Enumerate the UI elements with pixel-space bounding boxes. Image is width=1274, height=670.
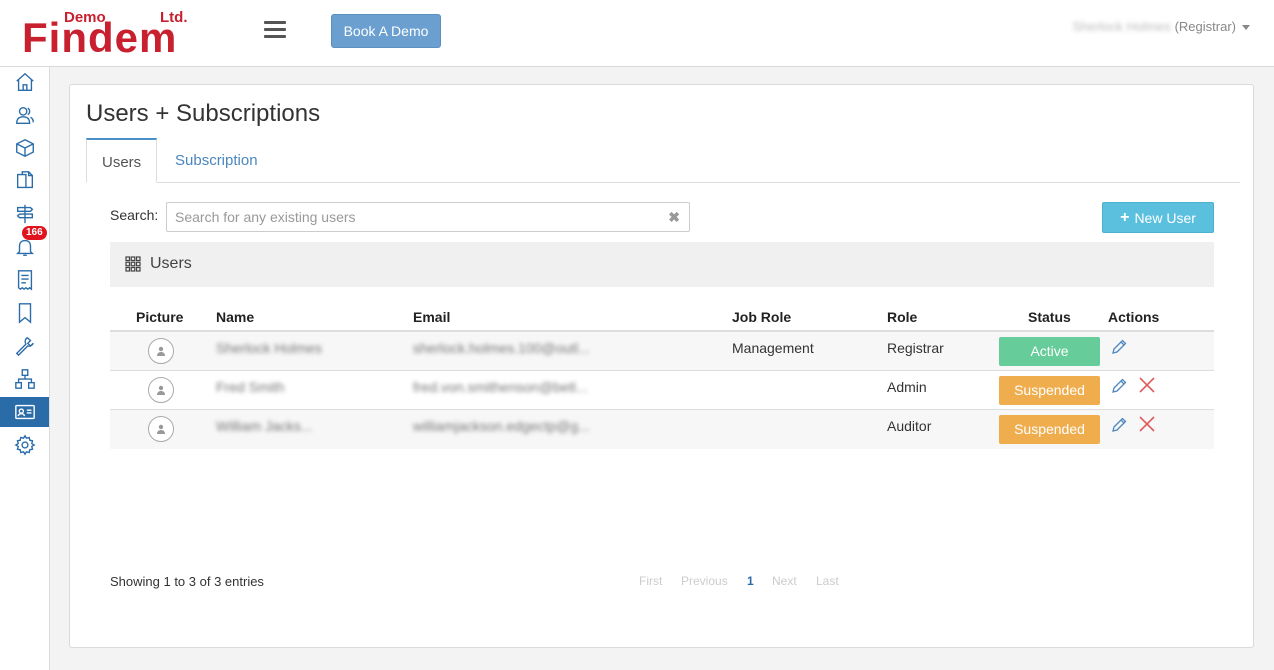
notification-badge: 166 [22,226,47,240]
pager-page-1[interactable]: 1 [747,574,754,588]
brand-logo[interactable]: Demo Ltd. Findem [20,4,210,60]
users-table: Picture Name Email Job Role Role Status … [110,303,1214,449]
search-label: Search: [110,207,159,223]
column-header-role[interactable]: Role [887,309,917,325]
clear-search-icon[interactable]: ✖ [668,209,680,226]
status-badge[interactable]: Active [999,337,1100,366]
user-role-cell: Auditor [887,418,932,434]
user-name-cell: William Jacks... [216,418,313,434]
sidebar-item-receipts[interactable] [0,265,49,295]
sidebar-item-hierarchy[interactable] [0,364,49,394]
edit-pencil-icon[interactable] [1110,377,1128,395]
signpost-icon [16,204,33,224]
delete-x-icon[interactable] [1138,415,1156,433]
pager-last[interactable]: Last [816,574,839,588]
user-email-cell: sherlock.holmes.100@outl... [413,340,590,356]
grid-icon [125,256,141,272]
user-menu[interactable]: Sherlock Holmes (Registrar) [1072,19,1250,34]
sidebar-item-users-subscriptions[interactable] [0,397,49,427]
user-avatar-icon [157,385,165,395]
user-name-cell: Fred Smith [216,379,285,395]
wrench-icon [15,336,34,357]
new-user-label: New User [1134,209,1196,226]
user-avatar-icon [157,346,165,356]
sidebar-item-notifications[interactable]: 166 [0,226,49,262]
entries-summary: Showing 1 to 3 of 3 entries [110,574,264,589]
delete-x-icon[interactable] [1138,376,1156,394]
sidebar-item-bookmarks[interactable] [0,298,49,328]
logo-text: Findem [22,14,178,61]
user-name-cell: Sherlock Holmes [216,340,322,356]
column-header-picture[interactable]: Picture [136,309,183,325]
tab-bar: Users Subscription [86,138,1240,183]
top-bar: Demo Ltd. Findem Book A Demo Sherlock Ho… [0,0,1274,67]
user-email-cell: williamjackson.edgectp@g... [413,418,590,434]
sidebar: 166 [0,67,50,670]
sidebar-item-documents[interactable] [0,166,49,196]
users-grid-title: Users [150,255,192,272]
column-header-email[interactable]: Email [413,309,450,325]
column-header-status[interactable]: Status [1028,309,1071,325]
documents-icon [16,171,33,189]
search-box: ✖ [166,202,690,232]
avatar [148,416,174,442]
pager-previous[interactable]: Previous [681,574,728,588]
hierarchy-icon [14,369,35,389]
column-header-actions: Actions [1108,309,1160,325]
sidebar-item-home[interactable] [0,67,49,97]
column-header-name[interactable]: Name [216,309,254,325]
avatar [148,338,174,364]
sidebar-item-settings[interactable] [0,430,49,460]
table-row: Sherlock Holmes sherlock.holmes.100@outl… [110,332,1214,371]
edit-pencil-icon[interactable] [1110,338,1128,356]
user-name: Sherlock Holmes [1072,19,1171,34]
user-email-cell: fred.von.smithenson@betl... [413,379,588,395]
caret-down-icon [1242,25,1250,31]
book-demo-button[interactable]: Book A Demo [331,14,441,48]
pager-next[interactable]: Next [772,574,797,588]
home-icon [15,72,34,91]
new-user-button[interactable]: + New User [1102,202,1214,233]
menu-toggle-icon[interactable] [264,21,286,39]
table-row: William Jacks... williamjackson.edgectp@… [110,410,1214,449]
box-icon [15,138,34,158]
status-badge[interactable]: Suspended [999,415,1100,444]
table-row: Fred Smith fred.von.smithenson@betl... A… [110,371,1214,410]
sidebar-item-box[interactable] [0,133,49,163]
sidebar-item-signpost[interactable] [0,199,49,229]
page-title: Users + Subscriptions [86,100,321,127]
user-job-role-cell: Management [732,340,814,356]
edit-pencil-icon[interactable] [1110,416,1128,434]
bookmark-icon [18,303,31,324]
gear-icon [14,434,35,456]
sidebar-item-users[interactable] [0,100,49,130]
status-badge[interactable]: Suspended [999,376,1100,405]
table-header: Picture Name Email Job Role Role Status … [110,303,1214,332]
search-input[interactable] [167,203,657,231]
sidebar-item-tools[interactable] [0,331,49,361]
column-header-job-role[interactable]: Job Role [732,309,791,325]
user-role-cell: Registrar [887,340,944,356]
tab-subscription[interactable]: Subscription [160,138,273,183]
tab-users[interactable]: Users [86,138,158,183]
user-avatar-icon [157,424,165,434]
user-role-cell: Admin [887,379,927,395]
receipt-icon [17,270,32,291]
pager-first[interactable]: First [639,574,662,588]
users-icon [15,106,34,124]
id-card-icon [14,404,35,420]
plus-icon: + [1120,208,1130,226]
avatar [148,377,174,403]
main-panel: Users + Subscriptions Users Subscription… [69,84,1254,648]
user-role: (Registrar) [1174,19,1236,34]
users-grid-header: Users [110,242,1214,287]
